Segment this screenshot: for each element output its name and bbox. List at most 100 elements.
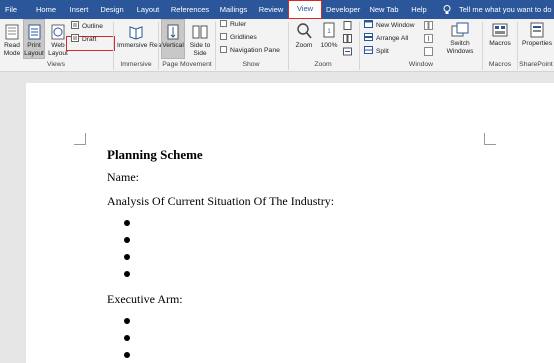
- new-window-icon: [364, 20, 373, 28]
- analysis-heading: Analysis Of Current Situation Of The Ind…: [107, 194, 335, 208]
- multiple-pages-icon[interactable]: [343, 34, 352, 43]
- print-layout-label: Print Layout: [24, 42, 44, 57]
- tab-layout[interactable]: Layout: [133, 0, 163, 19]
- bullet: [124, 318, 130, 324]
- outline-button[interactable]: Outline: [71, 21, 103, 32]
- bullet: [124, 254, 130, 260]
- ruler-checkbox-box[interactable]: [220, 20, 227, 27]
- ribbon-tab-bar: File Home Insert Design Layout Reference…: [0, 0, 554, 19]
- document-page[interactable]: Planning Scheme Name: Analysis Of Curren…: [26, 83, 554, 363]
- immersive-group-label: Immersive: [120, 61, 152, 68]
- navigation-pane-checkbox[interactable]: Navigation Pane: [220, 46, 280, 56]
- outline-icon: [71, 21, 79, 29]
- new-window-button[interactable]: New Window: [364, 20, 414, 31]
- switch-windows-icon: [451, 22, 469, 37]
- split-icon: [364, 46, 373, 54]
- tab-mailings[interactable]: Mailings: [216, 0, 251, 19]
- split-label: Split: [376, 48, 389, 55]
- page-width-icon[interactable]: [343, 47, 352, 56]
- document-body[interactable]: Planning Scheme Name: Analysis Of Curren…: [107, 145, 334, 363]
- switch-windows-label: Switch Windows: [446, 40, 474, 55]
- gridlines-checkbox-box[interactable]: [220, 33, 227, 40]
- bullet: [124, 220, 130, 226]
- vertical-icon: [167, 24, 179, 40]
- tab-review[interactable]: Review: [256, 0, 286, 19]
- print-layout-button[interactable]: Print Layout: [23, 19, 45, 59]
- properties-button[interactable]: Properties: [520, 22, 554, 48]
- list-item: [107, 313, 334, 330]
- outline-label: Outline: [82, 23, 103, 30]
- macros-icon: [492, 23, 508, 37]
- crop-mark-left: [74, 133, 86, 145]
- read-mode-label: Read Mode: [3, 42, 21, 57]
- side-to-side-icon: [192, 25, 208, 39]
- executive-heading: Executive Arm:: [107, 292, 183, 306]
- draft-button[interactable]: Draft: [71, 34, 96, 45]
- zoom-100-button[interactable]: 1 100%: [318, 22, 340, 50]
- tab-design[interactable]: Design: [97, 0, 127, 19]
- views-group-label: Views: [46, 61, 65, 68]
- web-layout-icon: [51, 24, 65, 40]
- analysis-bullet-list: [107, 215, 334, 283]
- gridlines-label: Gridlines: [230, 34, 257, 41]
- name-line: Name:: [107, 170, 139, 184]
- tab-file[interactable]: File: [0, 0, 22, 19]
- list-item: [107, 266, 334, 283]
- side-to-side-label: Side to Side: [189, 42, 211, 57]
- view-side-by-side-icon[interactable]: [424, 21, 433, 30]
- sharepoint-group-label: SharePoint: [519, 61, 553, 68]
- macros-label: Macros: [489, 40, 511, 47]
- read-mode-icon: [5, 24, 19, 40]
- zoom-100-label: 100%: [320, 42, 338, 49]
- arrange-all-button[interactable]: Arrange All: [364, 33, 408, 44]
- vertical-label: Vertical: [162, 42, 184, 49]
- bullet: [124, 352, 130, 358]
- ruler-checkbox[interactable]: Ruler: [220, 20, 246, 30]
- tab-insert[interactable]: Insert: [65, 0, 93, 19]
- one-page-icon[interactable]: [343, 21, 352, 30]
- draft-label: Draft: [82, 36, 97, 43]
- window-group-label: Window: [408, 61, 434, 68]
- tab-developer[interactable]: Developer: [326, 0, 360, 19]
- page-movement-group-label: Page Movement: [162, 61, 212, 68]
- bullet: [124, 271, 130, 277]
- gridlines-checkbox[interactable]: Gridlines: [220, 33, 257, 43]
- tab-view[interactable]: View: [288, 0, 322, 19]
- bullet: [124, 335, 130, 341]
- tab-home[interactable]: Home: [31, 0, 61, 19]
- navigation-pane-checkbox-box[interactable]: [220, 46, 227, 53]
- side-to-side-button[interactable]: Side to Side: [188, 24, 212, 58]
- navigation-pane-label: Navigation Pane: [230, 47, 280, 54]
- vertical-button[interactable]: Vertical: [161, 19, 185, 59]
- zoom-100-icon: 1: [323, 22, 335, 38]
- view-ribbon: Read Mode Print Layout Web Layout Outlin…: [0, 19, 554, 72]
- split-button[interactable]: Split: [364, 46, 389, 57]
- tab-new-tab[interactable]: New Tab: [368, 0, 400, 19]
- arrange-all-label: Arrange All: [376, 35, 409, 42]
- synchronous-scrolling-icon[interactable]: [424, 34, 433, 43]
- list-item: [107, 330, 334, 347]
- zoom-label: Zoom: [295, 42, 313, 49]
- tab-help[interactable]: Help: [408, 0, 430, 19]
- document-title: Planning Scheme: [107, 147, 203, 162]
- reset-window-position-icon[interactable]: [424, 47, 433, 56]
- crop-mark-right: [484, 133, 496, 145]
- list-item: [107, 347, 334, 363]
- list-item: [107, 249, 334, 266]
- properties-label: Properties: [521, 40, 553, 47]
- properties-icon: [530, 22, 544, 38]
- list-item: [107, 232, 334, 249]
- macros-button[interactable]: Macros: [485, 22, 515, 48]
- document-canvas[interactable]: Planning Scheme Name: Analysis Of Curren…: [0, 73, 554, 363]
- switch-windows-button[interactable]: Switch Windows: [440, 22, 480, 56]
- tab-references[interactable]: References: [168, 0, 212, 19]
- immersive-reader-button[interactable]: Immersive Reader: [117, 24, 171, 50]
- bullet: [124, 237, 130, 243]
- executive-bullet-list: [107, 313, 334, 363]
- zoom-button[interactable]: Zoom: [292, 22, 316, 50]
- ruler-label: Ruler: [230, 21, 247, 28]
- print-layout-icon: [28, 24, 40, 40]
- draft-icon: [71, 34, 79, 42]
- arrange-all-icon: [364, 33, 373, 41]
- read-mode-button[interactable]: Read Mode: [2, 24, 22, 58]
